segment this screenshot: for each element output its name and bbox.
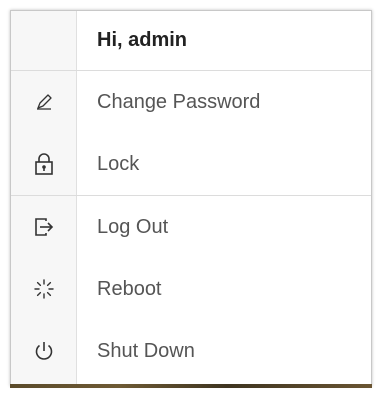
power-icon [11,320,77,382]
lock-label: Lock [97,152,140,175]
reboot-item[interactable]: Reboot [11,258,371,320]
shut-down-item[interactable]: Shut Down [11,320,371,382]
menu-header: Hi, admin [11,11,371,71]
lock-icon [11,133,77,195]
greeting-text: Hi, admin [97,29,188,51]
log-out-item[interactable]: Log Out [11,196,371,258]
reboot-icon [11,258,77,320]
background-strip [10,384,372,388]
logout-icon [11,196,77,258]
change-password-item[interactable]: Change Password [11,71,371,133]
reboot-label: Reboot [97,277,162,300]
log-out-label: Log Out [97,215,169,238]
user-dropdown-menu: Hi, admin Change Password Lock Log Out R… [10,10,372,386]
shut-down-label: Shut Down [97,339,195,362]
change-password-label: Change Password [97,90,261,113]
lock-item[interactable]: Lock [11,133,371,196]
pencil-icon [11,71,77,133]
